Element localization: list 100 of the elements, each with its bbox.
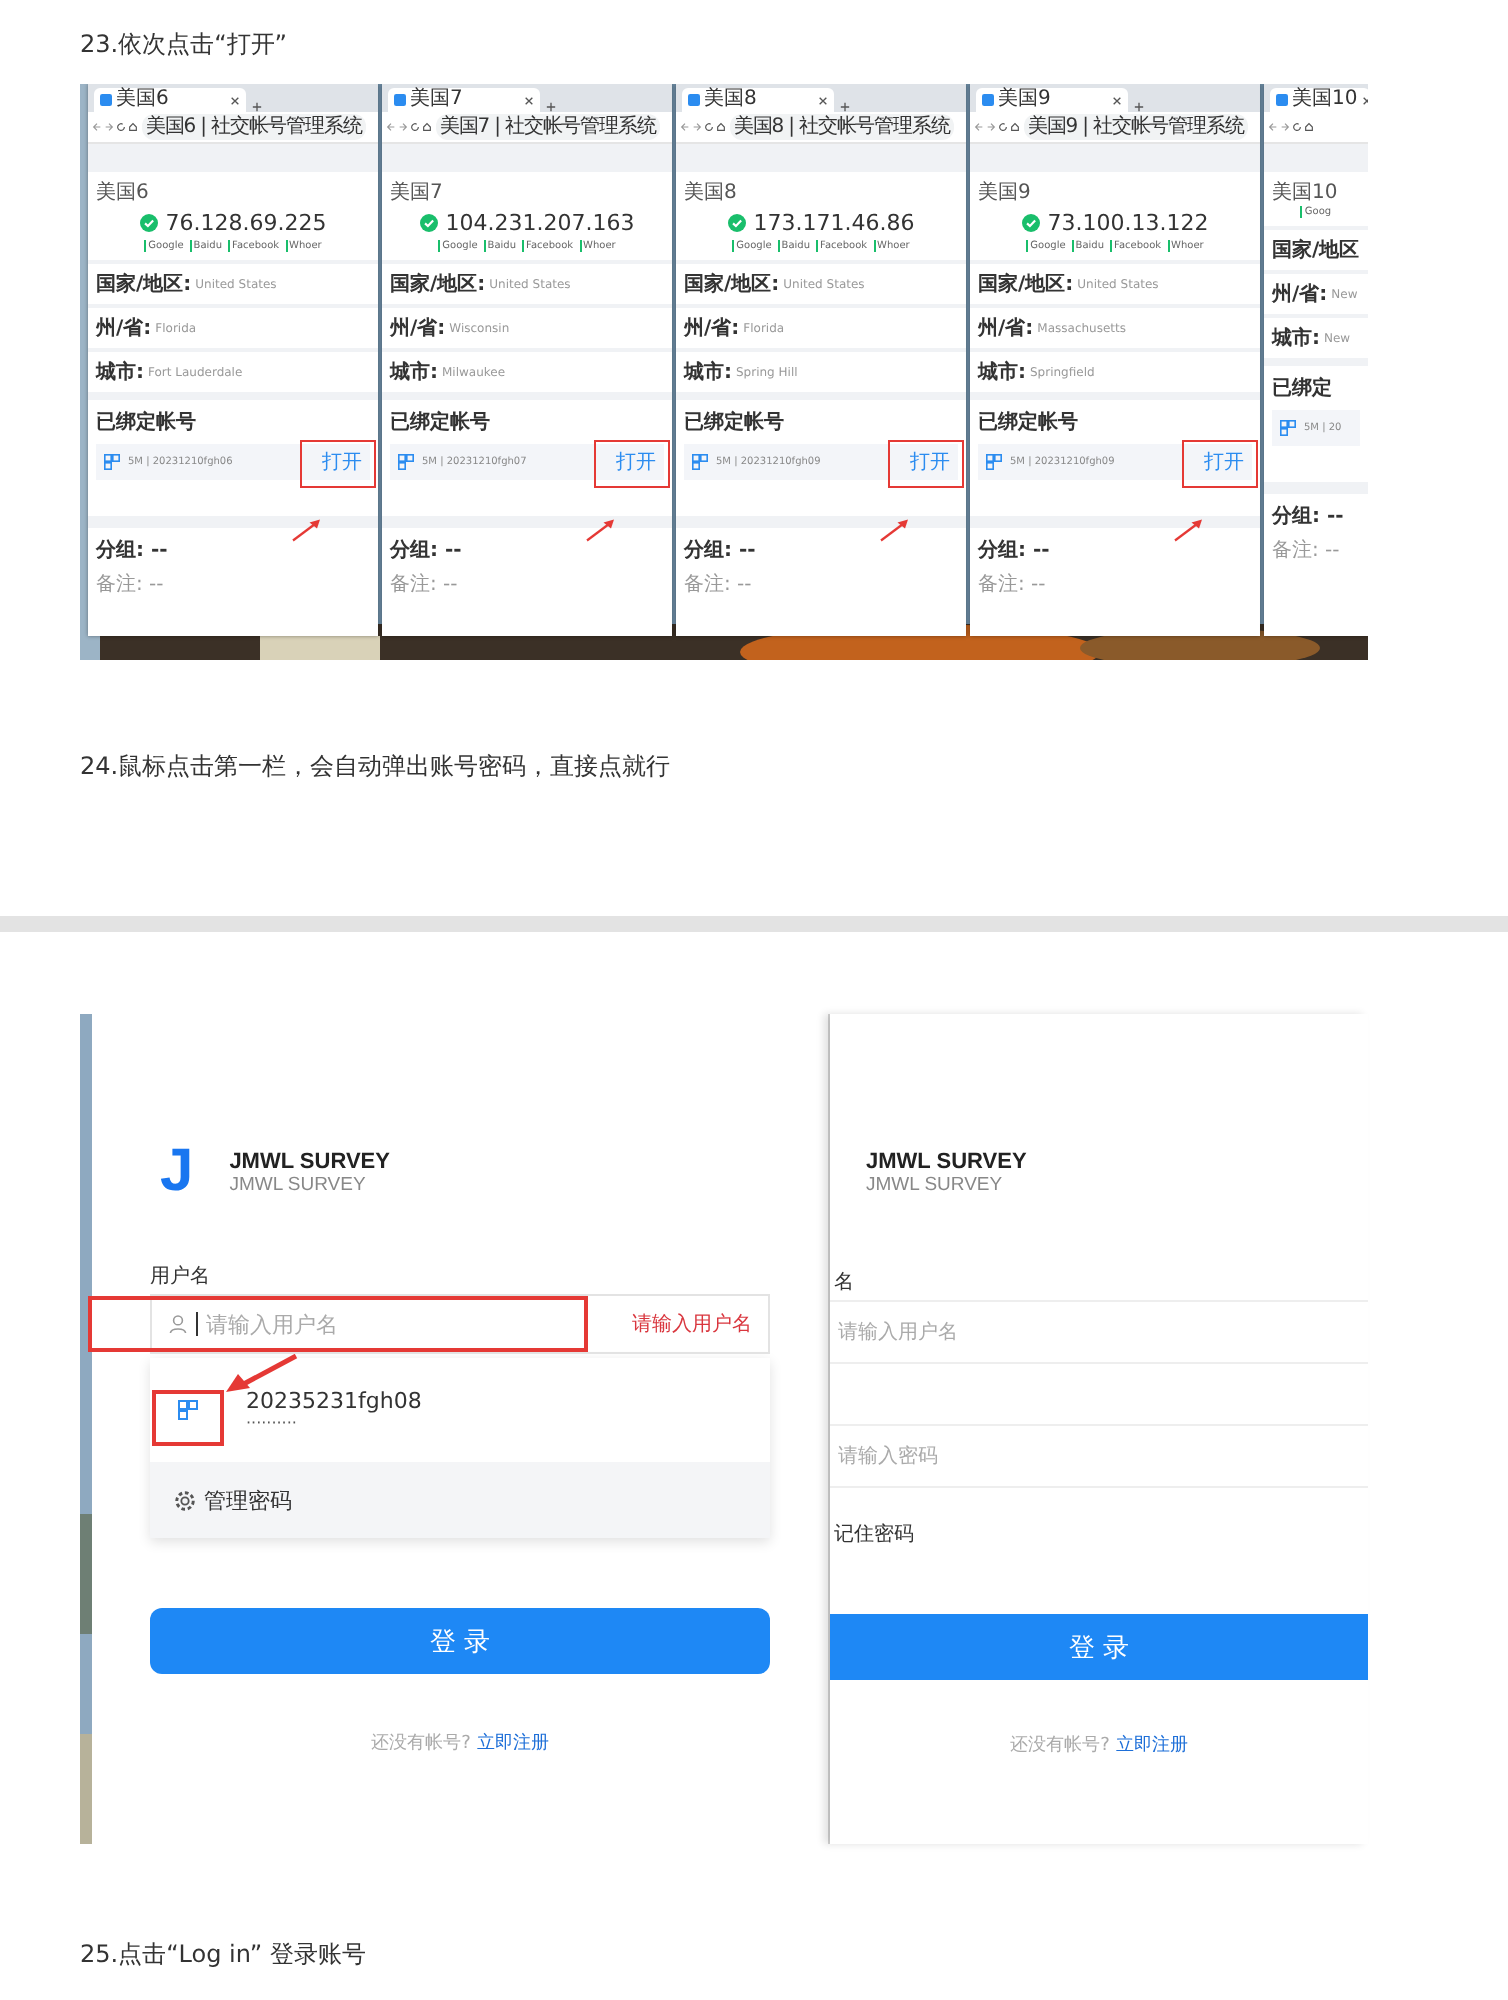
field-label: 国家/地区:: [978, 270, 1074, 298]
note-label: 备注: --: [978, 571, 1048, 598]
home-icon[interactable]: [716, 122, 726, 132]
browser-tab[interactable]: 美国9: [976, 88, 1128, 112]
address-bar[interactable]: 美国7 | 社交帐号管理系统: [436, 114, 660, 140]
saved-account-item[interactable]: 20235231fgh08 ··········: [150, 1358, 770, 1462]
close-icon[interactable]: [818, 95, 828, 105]
open-link[interactable]: 打开: [616, 448, 656, 476]
ip-address: 173.171.46.86: [753, 210, 915, 236]
account-icon: [104, 454, 120, 470]
note-label: 备注: --: [390, 571, 460, 598]
section-title: 已绑定: [1272, 374, 1334, 402]
username-label: 名: [832, 1270, 856, 1296]
check-circle-icon: [727, 214, 746, 232]
annotation-arrow: [220, 1354, 300, 1394]
account-icon: [692, 454, 708, 470]
check-circle-icon: [139, 214, 158, 232]
close-icon[interactable]: [524, 95, 534, 105]
group-label: 分组: --: [390, 537, 464, 564]
username-field[interactable]: 请输入用户名: [830, 1300, 1368, 1364]
app-subtitle: JMWL SURVEY: [866, 1174, 1005, 1196]
user-icon: [168, 1314, 188, 1334]
profile-name: 美国10: [1272, 179, 1340, 206]
field-label: 州/省:: [978, 315, 1034, 342]
close-icon[interactable]: [230, 95, 240, 105]
browser-tab[interactable]: 美国6: [94, 88, 246, 112]
account-icon: [1280, 420, 1296, 436]
password-field[interactable]: 请输入密码: [830, 1424, 1368, 1488]
annotation-arrow: [878, 516, 914, 544]
favicon-icon: [394, 94, 406, 106]
address-bar[interactable]: 美国6 | 社交帐号管理系统: [142, 114, 366, 140]
register-link[interactable]: 立即注册: [1115, 1736, 1188, 1756]
new-tab-icon[interactable]: [252, 102, 262, 112]
manage-passwords-item[interactable]: 管理密码: [150, 1462, 770, 1538]
note-label: 备注: --: [684, 571, 754, 598]
close-icon[interactable]: [1361, 95, 1368, 105]
account-icon: [986, 454, 1002, 470]
annotation-arrow: [1172, 516, 1208, 544]
username-field[interactable]: 请输入用户名 请输入用户名: [150, 1294, 770, 1354]
field-label: 城市:: [978, 358, 1026, 386]
browser-tab[interactable]: 美国8: [682, 88, 834, 112]
address-bar[interactable]: 美国9 | 社交帐号管理系统: [1024, 114, 1248, 140]
register-link[interactable]: 立即注册: [476, 1734, 549, 1754]
reload-icon[interactable]: [410, 122, 420, 132]
group-label: 分组: --: [684, 537, 758, 564]
username-label: 用户名: [150, 1263, 212, 1290]
profile-name: 美国6: [96, 179, 151, 206]
settings-icon: [174, 1489, 196, 1511]
section-title: 已绑定帐号: [390, 408, 492, 436]
open-link[interactable]: 打开: [322, 448, 362, 476]
section-title: 已绑定帐号: [684, 408, 786, 436]
note-label: 备注: --: [96, 571, 166, 598]
favicon-icon: [688, 94, 700, 106]
reload-icon[interactable]: [998, 122, 1008, 132]
favicon-icon: [982, 94, 994, 106]
field-label: 国家/地区: [1272, 236, 1360, 264]
open-link[interactable]: 打开: [1204, 448, 1244, 476]
new-tab-icon[interactable]: [1134, 102, 1144, 112]
login-button[interactable]: 登 录: [150, 1608, 770, 1674]
app-title: JMWL SURVEY: [866, 1150, 1029, 1174]
home-icon[interactable]: [1304, 122, 1314, 132]
group-label: 分组: --: [978, 537, 1052, 564]
browser-tab[interactable]: 美国10: [1270, 88, 1368, 112]
favicon-icon: [1276, 94, 1288, 106]
login-button[interactable]: 登 录: [830, 1614, 1368, 1680]
note-label: 备注: --: [1272, 537, 1342, 564]
footer-text: 还没有帐号?: [371, 1734, 471, 1754]
field-label: 城市:: [684, 358, 732, 386]
profile-name: 美国8: [684, 179, 739, 206]
favicon-icon: [100, 94, 112, 106]
section-title: 已绑定帐号: [96, 408, 198, 436]
browser-tab[interactable]: 美国7: [388, 88, 540, 112]
step-heading: 24.鼠标点击第一栏，会自动弹出账号密码，直接点就行: [80, 750, 671, 784]
ip-address: 104.231.207.163: [445, 210, 635, 236]
profile-name: 美国7: [390, 179, 445, 206]
close-icon[interactable]: [1112, 95, 1122, 105]
logo: J: [160, 1138, 194, 1206]
saved-password: ··········: [246, 1414, 299, 1432]
new-tab-icon[interactable]: [546, 102, 556, 112]
section-title: 已绑定帐号: [978, 408, 1080, 436]
reload-icon[interactable]: [1292, 122, 1302, 132]
ip-address: 76.128.69.225: [165, 210, 327, 236]
field-label: 州/省:: [1272, 281, 1328, 308]
placeholder-text: 请输入用户名: [206, 1309, 340, 1339]
new-tab-icon[interactable]: [840, 102, 850, 112]
key-grid-icon: [178, 1400, 198, 1420]
account-icon: [398, 454, 414, 470]
home-icon[interactable]: [128, 122, 138, 132]
home-icon[interactable]: [1010, 122, 1020, 132]
annotation-arrow: [290, 516, 326, 544]
home-icon[interactable]: [422, 122, 432, 132]
field-label: 城市:: [390, 358, 438, 386]
open-link[interactable]: 打开: [910, 448, 950, 476]
group-label: 分组: --: [96, 537, 170, 564]
address-bar[interactable]: 美国8 | 社交帐号管理系统: [730, 114, 954, 140]
reload-icon[interactable]: [704, 122, 714, 132]
footer-text: 还没有帐号?: [1010, 1736, 1110, 1756]
reload-icon[interactable]: [116, 122, 126, 132]
step-heading: 25.点击“Log in” 登录账号: [80, 1938, 366, 1972]
ip-address: 73.100.13.122: [1047, 210, 1209, 236]
